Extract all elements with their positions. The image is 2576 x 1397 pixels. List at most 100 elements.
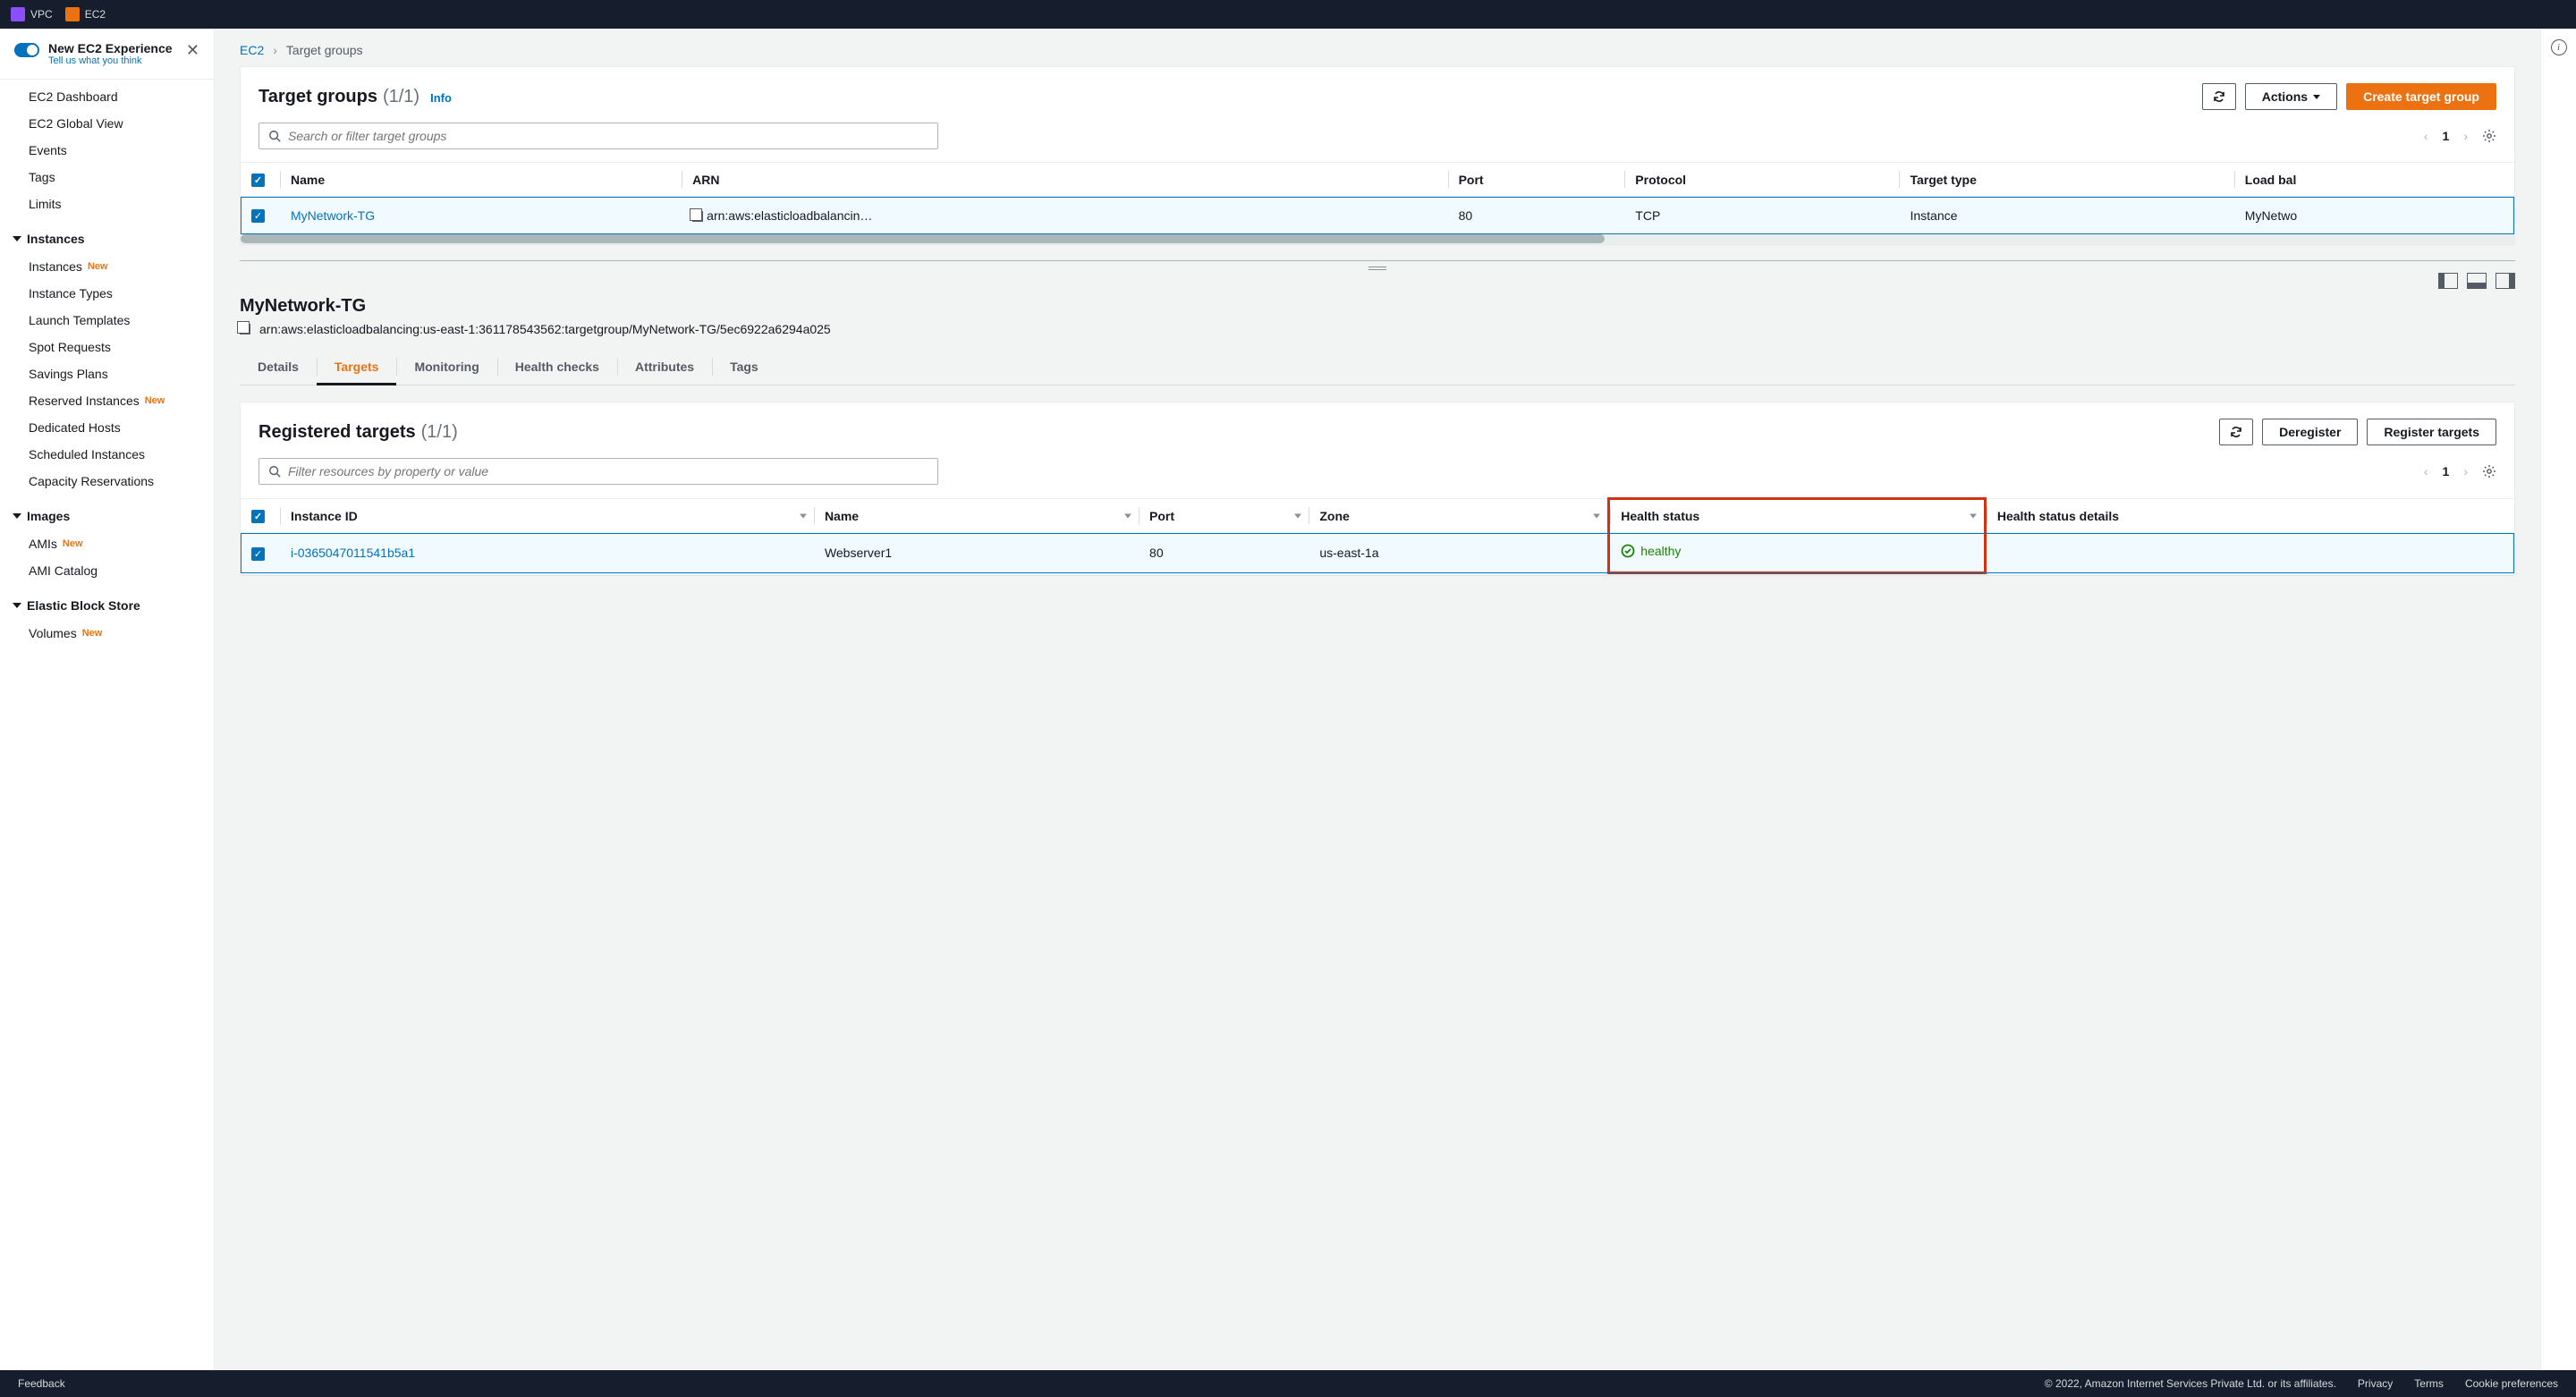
col-load-balancer[interactable]: Load bal xyxy=(2234,163,2514,197)
cell-name: Webserver1 xyxy=(814,533,1139,573)
tab-health-checks[interactable]: Health checks xyxy=(497,349,617,385)
registered-targets-panel: Registered targets (1/1) Deregister Regi… xyxy=(240,402,2515,575)
row-checkbox[interactable]: ✓ xyxy=(251,547,265,561)
sidebar-link-ami-catalog[interactable]: AMI Catalog xyxy=(0,557,214,584)
col-instance-id[interactable]: Instance ID xyxy=(280,499,814,533)
copy-icon[interactable] xyxy=(692,211,703,222)
cell-port: 80 xyxy=(1448,197,1625,234)
select-all-checkbox[interactable]: ✓ xyxy=(251,174,265,187)
col-protocol[interactable]: Protocol xyxy=(1624,163,1899,197)
tab-details[interactable]: Details xyxy=(240,349,317,385)
terms-link[interactable]: Terms xyxy=(2414,1377,2444,1390)
experience-toggle[interactable] xyxy=(14,43,39,57)
col-port[interactable]: Port xyxy=(1448,163,1625,197)
sidebar-group-images[interactable]: Images xyxy=(0,502,214,530)
col-name[interactable]: Name xyxy=(814,499,1139,533)
service-ec2-label: EC2 xyxy=(85,8,106,21)
sidebar-link-savings-plans[interactable]: Savings Plans xyxy=(0,360,214,387)
search-input[interactable] xyxy=(288,129,928,143)
search-targets[interactable] xyxy=(258,458,938,485)
sidebar-link-reserved-instances[interactable]: Reserved InstancesNew xyxy=(0,387,214,414)
tab-targets[interactable]: Targets xyxy=(317,349,397,385)
settings-icon[interactable] xyxy=(2482,129,2496,143)
refresh-button[interactable] xyxy=(2202,83,2236,110)
search-input[interactable] xyxy=(288,464,928,478)
layout-bottom-button[interactable] xyxy=(2467,273,2487,289)
sidebar-link-scheduled-instances[interactable]: Scheduled Instances xyxy=(0,441,214,468)
sidebar-link-amis[interactable]: AMIsNew xyxy=(0,530,214,557)
instance-id-link[interactable]: i-0365047011541b5a1 xyxy=(291,546,415,560)
sidebar-group-ebs[interactable]: Elastic Block Store xyxy=(0,591,214,620)
chevron-right-icon: › xyxy=(273,43,277,57)
next-page-button[interactable]: › xyxy=(2463,129,2468,143)
breadcrumb-current: Target groups xyxy=(286,43,363,57)
tab-tags[interactable]: Tags xyxy=(712,349,776,385)
row-checkbox[interactable]: ✓ xyxy=(251,209,265,223)
new-badge: New xyxy=(63,538,83,549)
sidebar-link-dashboard[interactable]: EC2 Dashboard xyxy=(0,83,214,110)
col-port[interactable]: Port xyxy=(1139,499,1309,533)
create-target-group-button[interactable]: Create target group xyxy=(2346,83,2496,110)
table-row[interactable]: ✓ MyNetwork-TG arn:aws:elasticloadbalanc… xyxy=(241,197,2514,234)
sidebar-group-instances[interactable]: Instances xyxy=(0,224,214,253)
privacy-link[interactable]: Privacy xyxy=(2358,1377,2393,1390)
sidebar-link-dedicated-hosts[interactable]: Dedicated Hosts xyxy=(0,414,214,441)
copy-icon[interactable] xyxy=(240,324,250,334)
tab-attributes[interactable]: Attributes xyxy=(617,349,712,385)
caret-down-icon xyxy=(13,236,21,241)
sidebar-link-launch-templates[interactable]: Launch Templates xyxy=(0,307,214,334)
service-ec2[interactable]: EC2 xyxy=(65,7,106,21)
layout-full-button[interactable] xyxy=(2496,273,2515,289)
service-vpc[interactable]: VPC xyxy=(11,7,53,21)
sidebar-link-events[interactable]: Events xyxy=(0,137,214,164)
sidebar-link-limits[interactable]: Limits xyxy=(0,190,214,217)
col-zone[interactable]: Zone xyxy=(1309,499,1608,533)
sidebar-link-tags[interactable]: Tags xyxy=(0,164,214,190)
breadcrumb-ec2[interactable]: EC2 xyxy=(240,43,264,57)
cell-health-status: healthy xyxy=(1609,533,1986,573)
prev-page-button[interactable]: ‹ xyxy=(2424,464,2428,478)
sidebar-link-global-view[interactable]: EC2 Global View xyxy=(0,110,214,137)
col-arn[interactable]: ARN xyxy=(682,163,1447,197)
actions-button[interactable]: Actions xyxy=(2245,83,2337,110)
experience-feedback-link[interactable]: Tell us what you think xyxy=(48,55,177,66)
sidebar-link-instances[interactable]: InstancesNew xyxy=(0,253,214,280)
footer: Feedback © 2022, Amazon Internet Service… xyxy=(0,1370,2576,1397)
sidebar-link-capacity-reservations[interactable]: Capacity Reservations xyxy=(0,468,214,495)
horizontal-scrollbar[interactable] xyxy=(241,234,2514,243)
next-page-button[interactable]: › xyxy=(2463,464,2468,478)
register-targets-button[interactable]: Register targets xyxy=(2367,419,2496,445)
panel-title: Target groups (1/1) Info xyxy=(258,87,452,107)
sort-icon xyxy=(1124,513,1131,518)
tab-monitoring[interactable]: Monitoring xyxy=(396,349,496,385)
deregister-button[interactable]: Deregister xyxy=(2262,419,2358,445)
col-health-details[interactable]: Health status details xyxy=(1985,499,2514,533)
cookie-preferences-link[interactable]: Cookie preferences xyxy=(2465,1377,2558,1390)
prev-page-button[interactable]: ‹ xyxy=(2424,129,2428,143)
sidebar-link-spot-requests[interactable]: Spot Requests xyxy=(0,334,214,360)
split-handle[interactable] xyxy=(240,260,2515,276)
caret-down-icon xyxy=(13,603,21,608)
refresh-button[interactable] xyxy=(2219,419,2253,445)
tg-name-link[interactable]: MyNetwork-TG xyxy=(291,208,375,223)
layout-side-button[interactable] xyxy=(2438,273,2458,289)
sidebar-close-icon[interactable]: ✕ xyxy=(186,41,199,60)
registered-targets-table: ✓ Instance ID Name Port Zone Health stat… xyxy=(241,497,2514,574)
info-icon[interactable]: i xyxy=(2551,39,2567,55)
page-number: 1 xyxy=(2443,464,2450,478)
sidebar-link-volumes[interactable]: VolumesNew xyxy=(0,620,214,647)
table-row[interactable]: ✓ i-0365047011541b5a1 Webserver1 80 us-e… xyxy=(241,533,2514,573)
panel-count: (1/1) xyxy=(383,87,419,107)
caret-down-icon xyxy=(2313,95,2320,99)
col-name[interactable]: Name xyxy=(280,163,682,197)
col-target-type[interactable]: Target type xyxy=(1899,163,2233,197)
panel-title: Registered targets (1/1) xyxy=(258,422,458,443)
settings-icon[interactable] xyxy=(2482,464,2496,478)
sidebar-link-instance-types[interactable]: Instance Types xyxy=(0,280,214,307)
feedback-link[interactable]: Feedback xyxy=(18,1377,65,1390)
col-health-status[interactable]: Health status xyxy=(1609,499,1986,533)
search-target-groups[interactable] xyxy=(258,123,938,149)
cell-zone: us-east-1a xyxy=(1309,533,1608,573)
info-link[interactable]: Info xyxy=(430,91,452,105)
select-all-checkbox[interactable]: ✓ xyxy=(251,510,265,523)
